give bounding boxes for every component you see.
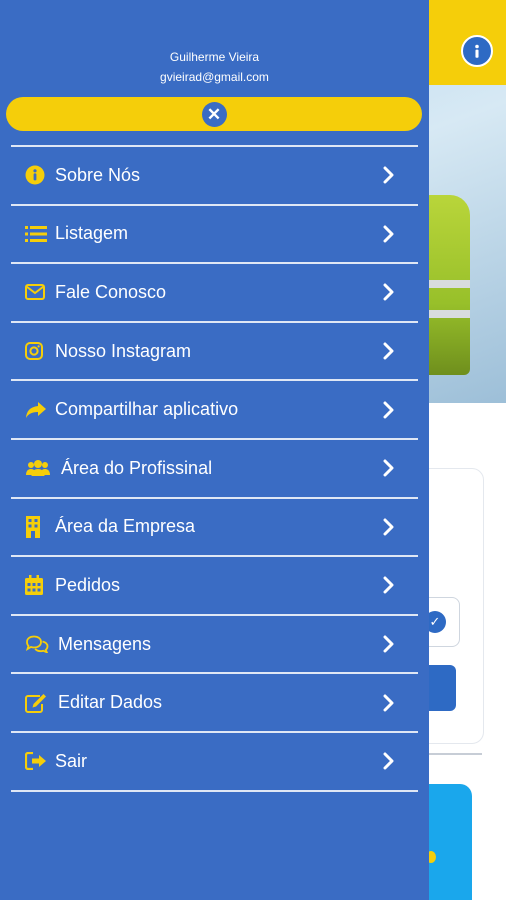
menu-item-mensagens[interactable]: Mensagens bbox=[11, 616, 418, 673]
menu-item-label: Sair bbox=[55, 750, 88, 771]
user-email: gvieirad@gmail.com bbox=[160, 70, 269, 84]
menu-item-label: Área da Empresa bbox=[55, 516, 196, 537]
menu-item-fale-conosco[interactable]: Fale Conosco bbox=[11, 264, 418, 321]
menu-item-label: Mensagens bbox=[58, 633, 152, 654]
sign-out-icon bbox=[25, 752, 55, 771]
menu-item-editar-dados[interactable]: Editar Dados bbox=[11, 674, 418, 731]
chevron-right-icon bbox=[374, 342, 404, 360]
chevron-right-icon bbox=[374, 518, 404, 536]
menu-item-label: Editar Dados bbox=[58, 692, 163, 713]
menu-item-label: Pedidos bbox=[55, 574, 121, 595]
drawer-menu: Sobre Nós Listagem Fale Conosco Nosso In… bbox=[11, 145, 418, 792]
chevron-right-icon bbox=[374, 694, 404, 712]
chevron-right-icon bbox=[374, 576, 404, 594]
chevron-right-icon bbox=[374, 225, 404, 243]
edit-icon bbox=[25, 693, 58, 713]
menu-item-label: Nosso Instagram bbox=[55, 340, 192, 361]
menu-item-nosso-instagram[interactable]: Nosso Instagram bbox=[11, 323, 418, 380]
chevron-right-icon bbox=[374, 459, 404, 477]
menu-item-area-da-empresa[interactable]: Área da Empresa bbox=[11, 499, 418, 556]
info-icon bbox=[475, 44, 479, 58]
menu-item-label: Área do Profissinal bbox=[61, 457, 213, 478]
info-button[interactable] bbox=[461, 35, 493, 67]
chevron-right-icon bbox=[374, 401, 404, 419]
menu-item-compartilhar-aplicativo[interactable]: Compartilhar aplicativo bbox=[11, 381, 418, 438]
chevron-right-icon bbox=[374, 635, 404, 653]
close-icon: ✕ bbox=[201, 101, 227, 127]
navigation-drawer: Guilherme Vieira gvieirad@gmail.com ✕ So… bbox=[0, 0, 429, 900]
menu-divider bbox=[11, 789, 418, 792]
menu-item-pedidos[interactable]: Pedidos bbox=[11, 557, 418, 614]
menu-item-area-do-profissinal[interactable]: Área do Profissinal bbox=[11, 440, 418, 497]
instagram-icon bbox=[25, 342, 55, 361]
menu-item-sair[interactable]: Sair bbox=[11, 733, 418, 790]
menu-item-label: Fale Conosco bbox=[55, 281, 167, 302]
menu-item-listagem[interactable]: Listagem bbox=[11, 206, 418, 263]
menu-item-label: Sobre Nós bbox=[55, 164, 141, 185]
chevron-right-icon bbox=[374, 752, 404, 770]
list-icon bbox=[25, 225, 55, 243]
calendar-icon bbox=[25, 575, 55, 596]
menu-item-label: Listagem bbox=[55, 223, 129, 244]
chevron-right-icon bbox=[374, 283, 404, 301]
building-icon bbox=[25, 515, 55, 538]
chevron-right-icon bbox=[374, 166, 404, 184]
info-circle-icon bbox=[25, 165, 55, 185]
close-drawer-button[interactable]: ✕ bbox=[6, 97, 422, 131]
user-name: Guilherme Vieira bbox=[169, 50, 260, 64]
users-icon bbox=[25, 459, 61, 477]
menu-item-label: Compartilhar aplicativo bbox=[55, 399, 239, 420]
menu-item-sobre-nos[interactable]: Sobre Nós bbox=[11, 147, 418, 204]
chat-bubbles-icon bbox=[25, 635, 58, 654]
share-arrow-icon bbox=[25, 401, 55, 419]
envelope-icon bbox=[25, 284, 55, 301]
